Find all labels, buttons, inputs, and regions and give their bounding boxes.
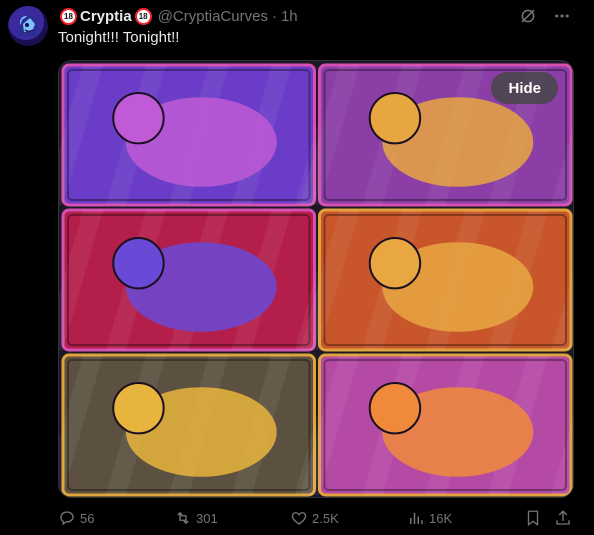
post-header: 18 Cryptia 18 @CryptiaCurves · 1h: [58, 6, 298, 26]
post-text: Tonight!!! Tonight!!: [58, 29, 180, 46]
repost-button[interactable]: 301: [174, 506, 218, 530]
reply-count: 56: [80, 510, 95, 526]
views-icon: [410, 512, 423, 524]
art-panel[interactable]: [299, 353, 575, 497]
heart-icon: [291, 512, 307, 525]
media-grid[interactable]: Hide: [58, 60, 574, 498]
share-icon: [556, 510, 570, 525]
view-count: 16K: [429, 510, 453, 526]
bookmark-button[interactable]: [524, 506, 542, 530]
views-button[interactable]: 16K: [407, 506, 452, 530]
timestamp[interactable]: 1h: [281, 8, 298, 25]
bookmark-icon: [527, 510, 539, 527]
reply-icon: [60, 511, 74, 526]
grok-icon[interactable]: [518, 6, 538, 26]
share-button[interactable]: [554, 506, 572, 530]
adult-badge-right: 18: [134, 7, 152, 25]
post-top-actions: [518, 6, 572, 26]
repost-icon: [177, 511, 189, 525]
reply-button[interactable]: 56: [58, 506, 94, 530]
like-count: 2.5K: [312, 510, 339, 526]
adult-badge-left: 18: [60, 7, 77, 25]
separator: ·: [271, 7, 277, 25]
display-name[interactable]: Cryptia: [80, 8, 132, 25]
action-bar: 56 301 2.5K 16K: [58, 506, 574, 530]
hide-button[interactable]: Hide: [491, 72, 558, 104]
more-icon[interactable]: [552, 6, 572, 26]
media-artwork: [59, 63, 575, 497]
avatar[interactable]: [8, 6, 48, 46]
like-button[interactable]: 2.5K: [290, 506, 339, 530]
repost-count: 301: [196, 510, 218, 526]
post: 18 Cryptia 18 @CryptiaCurves · 1h Tonigh…: [0, 0, 594, 535]
art-panel[interactable]: [299, 208, 575, 352]
user-handle[interactable]: @CryptiaCurves: [158, 8, 268, 25]
